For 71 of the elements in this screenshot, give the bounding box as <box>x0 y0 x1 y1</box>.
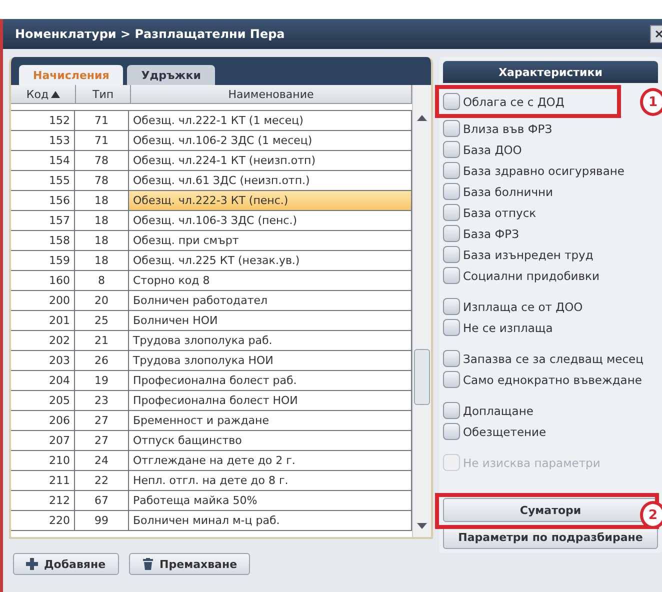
table-row[interactable]: 210 24 Отглеждане на дете до 2 г. <box>11 451 412 471</box>
checkbox-label[interactable]: Влиза във ФРЗ <box>443 118 552 139</box>
checkbox[interactable] <box>443 93 460 110</box>
checkbox[interactable] <box>443 402 460 419</box>
scrollbar[interactable] <box>412 85 431 537</box>
column-label: Код <box>26 88 49 100</box>
table-row[interactable]: 200 20 Болничен работодател <box>11 291 412 311</box>
checkbox[interactable] <box>443 350 460 367</box>
checkbox-label[interactable]: База ФРЗ <box>443 223 519 244</box>
table-row[interactable]: 154 78 Обезщ. чл.224-1 КТ (неизп.отп) <box>11 151 412 171</box>
checkbox[interactable] <box>443 246 460 263</box>
checkbox-label[interactable]: База здравно осигуряване <box>443 160 624 181</box>
table-row[interactable]: 152 71 Обезщ. чл.222-1 КТ (1 месец) <box>11 111 412 131</box>
panel-header: Характеристики <box>443 61 658 83</box>
checkbox-label[interactable]: Не се изплаща <box>443 317 553 338</box>
table-row[interactable]: 205 23 Професионална болест НОИ <box>11 391 412 411</box>
checkbox-label[interactable]: Запазва се за следващ месец <box>443 348 644 369</box>
code-cell: 156 <box>11 191 75 210</box>
checkbox[interactable] <box>443 267 460 284</box>
column-header[interactable]: Код <box>11 85 76 103</box>
table-row[interactable]: 155 78 Обезщ. чл.61 ЗДС (неизп.отп.) <box>11 171 412 191</box>
column-label: Тип <box>92 88 114 100</box>
checkbox-label[interactable]: Изплаща се от ДОО <box>443 296 583 317</box>
table-row[interactable]: 158 18 Обезщ. при смърт <box>11 231 412 251</box>
checkbox-label[interactable]: База болнични <box>443 181 554 202</box>
checkbox-label[interactable]: Обезщетение <box>443 421 546 442</box>
checkbox[interactable] <box>443 319 460 336</box>
column-label: Наименование <box>228 88 314 100</box>
type-cell: 18 <box>75 191 129 210</box>
checkbox-label[interactable]: Доплащане <box>443 400 534 421</box>
checkbox-label[interactable]: База отпуск <box>443 202 536 223</box>
checkbox[interactable] <box>443 162 460 179</box>
table-row[interactable]: 153 71 Обезщ. чл.106-2 ЗДС (1 месец) <box>11 131 412 151</box>
table-row[interactable]: 220 99 Болничен минал м-ц раб. <box>11 511 412 531</box>
remove-button[interactable]: Премахване <box>128 553 250 575</box>
checkbox[interactable] <box>443 183 460 200</box>
scroll-down-icon[interactable] <box>417 523 427 529</box>
table-row[interactable]: 157 18 Обезщ. чл.106-3 ЗДС (пенс.) <box>11 211 412 231</box>
checkbox-label[interactable]: База ДОО <box>443 139 522 160</box>
checkbox-label[interactable]: Социални придобивки <box>443 265 600 286</box>
table-row[interactable]: 204 19 Професионална болест раб. <box>11 371 412 391</box>
plus-icon <box>26 558 38 570</box>
checkbox[interactable] <box>443 204 460 221</box>
scroll-up-icon[interactable] <box>417 115 427 121</box>
checkbox-label[interactable]: Само еднократно въвеждане <box>443 369 642 390</box>
scroll-thumb[interactable] <box>414 349 430 405</box>
checkbox-label[interactable]: Облага се с ДОД <box>443 91 564 112</box>
table-row[interactable]: 206 27 Бременност и раждане <box>11 411 412 431</box>
close-button[interactable]: ✕ <box>650 25 662 43</box>
table-row[interactable]: 202 21 Трудова злополука раб. <box>11 331 412 351</box>
table-row[interactable]: 201 25 Болничен НОИ <box>11 311 412 331</box>
checkbox[interactable] <box>443 120 460 137</box>
add-button[interactable]: Добавяне <box>13 553 119 575</box>
annotation-number: 1 <box>640 88 662 116</box>
tab[interactable]: Удръжки <box>127 65 215 85</box>
table-row[interactable]: 159 18 Обезщ. чл.225 КТ (незак.ув.) <box>11 251 412 271</box>
table-row[interactable]: 211 22 Непл. отгл. на дете до 8 г. <box>11 471 412 491</box>
checkbox[interactable] <box>443 298 460 315</box>
window-title: Номенклатури > Разплащателни Пера <box>15 27 285 41</box>
checkbox[interactable] <box>443 423 460 440</box>
checkbox[interactable] <box>443 225 460 242</box>
checkbox[interactable] <box>443 141 460 158</box>
table-row[interactable]: 207 27 Отпуск бащинство <box>11 431 412 451</box>
table-row[interactable]: 156 18 Обезщ. чл.222-3 КТ (пенс.) <box>11 191 412 211</box>
table-row[interactable]: 160 8 Сторно код 8 <box>11 271 412 291</box>
checkbox[interactable] <box>443 371 460 388</box>
column-header[interactable]: Тип <box>76 85 131 103</box>
table-row[interactable]: 203 26 Трудова злополука НОИ <box>11 351 412 371</box>
checkbox-label[interactable]: База изънреден труд <box>443 244 594 265</box>
table-row[interactable]: 212 67 Работеща майка 50% <box>11 491 412 511</box>
trash-icon <box>142 558 154 570</box>
